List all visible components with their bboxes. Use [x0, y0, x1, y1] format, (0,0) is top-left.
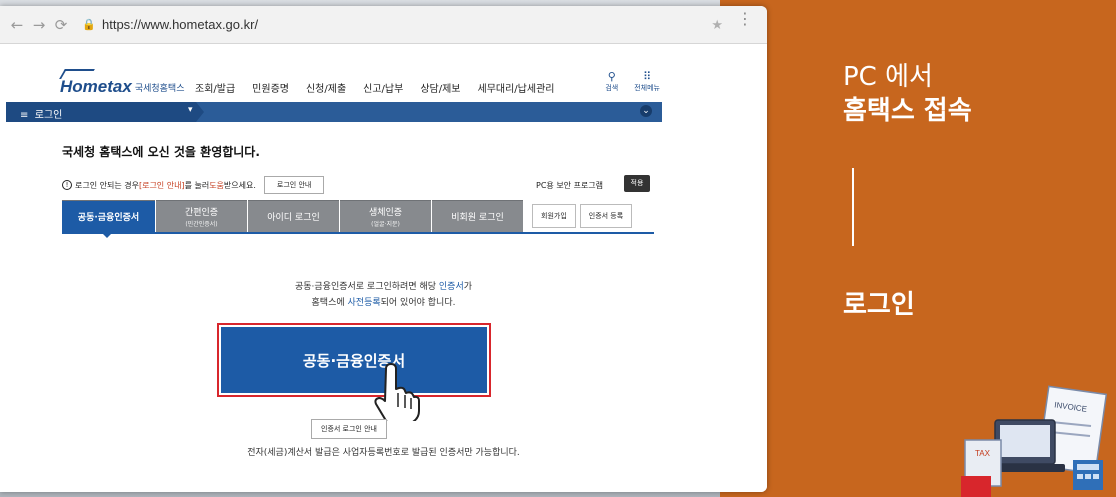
desc-line-1: 공동·금융인증서로 로그인하려면 해당 인증서가 — [0, 279, 767, 295]
invoice-illustration-icon: INVOICE TAX — [961, 385, 1108, 497]
breadcrumb-label: ≡ 로그인 — [20, 110, 63, 121]
help-prefix: 로그인 안되는 경우 — [75, 180, 139, 190]
tab-label: 아이디 로그인 — [267, 213, 320, 223]
login-guide-button[interactable]: 로그인 안내 — [263, 176, 325, 194]
help-middle: 를 눌러 — [184, 180, 210, 190]
logo-text: Hometax — [60, 77, 132, 96]
desc-text: 가 — [463, 282, 473, 292]
search-label: 검색 — [605, 84, 619, 92]
tab-simple-auth[interactable]: 간편인증 (민간인증서) — [156, 200, 247, 232]
tab-id-login[interactable]: 아이디 로그인 — [248, 200, 339, 232]
help-highlight-link: [로그인 안내] — [138, 180, 185, 190]
cert-login-guide-button[interactable]: 인증서 로그인 안내 — [311, 419, 387, 439]
menu-item[interactable]: 신청/제출 — [306, 80, 346, 95]
welcome-heading: 국세청 홈택스에 오신 것을 환영합니다. — [62, 145, 260, 159]
bookmark-star-icon[interactable]: ★ — [711, 18, 723, 33]
tab-label: 생체인증 — [368, 208, 403, 218]
side-buttons: 회원가입 인증서 등록 — [532, 204, 633, 228]
lock-icon: 🔒 — [82, 18, 96, 31]
url-text: https://www.hometax.go.kr/ — [102, 17, 259, 32]
global-nav: Hometax 국세청홈택스 조회/발급 민원증명 신청/제출 신고/납부 상담… — [59, 67, 660, 97]
panel-title: PC 에서 홈택스 접속 — [843, 60, 972, 128]
browser-window: ← → ⟳ 🔒 https://www.hometax.go.kr/ ★ ⋮ H… — [0, 6, 767, 492]
cert-description: 공동·금융인증서로 로그인하려면 해당 인증서가 홈택스에 사전등록되어 있어야… — [0, 279, 767, 311]
logo-sub-text: 국세청홈택스 — [134, 84, 185, 94]
chevron-down-icon[interactable]: ⌄ — [640, 105, 652, 117]
menu-item[interactable]: 조회/발급 — [195, 80, 235, 95]
pointer-hand-icon — [374, 363, 420, 421]
breadcrumb-bar: ≡ 로그인 ▾ ⌄ — [6, 102, 662, 122]
caret-down-icon[interactable]: ▾ — [188, 105, 193, 115]
panel-divider — [852, 168, 854, 246]
desc-text: 되어 있어야 합니다. — [380, 298, 456, 308]
panel-subtitle: 로그인 — [843, 290, 915, 320]
help-highlight-help: 도움 — [209, 180, 224, 190]
desc-highlight: 사전등록 — [347, 298, 381, 308]
signup-button[interactable]: 회원가입 — [532, 204, 576, 228]
tab-sublabel: (민간인증서) — [185, 221, 218, 228]
utility-links: ⚲ 검색 ⠿ 전체메뉴 — [605, 71, 660, 93]
active-tab-pointer — [101, 232, 113, 238]
menu-item[interactable]: 신고/납부 — [363, 80, 403, 95]
desc-text: 공동·금융인증서로 로그인하려면 해당 — [294, 282, 439, 292]
desc-line-2: 홈택스에 사전등록되어 있어야 합니다. — [0, 295, 767, 311]
main-menu: 조회/발급 민원증명 신청/제출 신고/납부 상담/제보 세무대리/납세관리 — [195, 80, 571, 95]
tab-sublabel: (얼굴·지문) — [371, 221, 400, 228]
cert-register-button[interactable]: 인증서 등록 — [579, 204, 633, 228]
cert-button-highlight: 공동·금융인증서 — [217, 323, 491, 397]
menu-item[interactable]: 민원증명 — [252, 80, 289, 95]
deco-tax-text: TAX — [975, 449, 991, 458]
apply-button[interactable]: 적용 — [624, 175, 650, 192]
desc-highlight: 인증서 — [438, 282, 464, 292]
tab-label: 비회원 로그인 — [451, 213, 504, 223]
e-invoice-note: 전자(세금)계산서 발급은 사업자등록번호로 발급된 인증서만 가능합니다. — [247, 448, 520, 458]
security-program-label: PC용 보안 프로그램 — [536, 181, 604, 190]
tab-joint-cert[interactable]: 공동·금융인증서 — [62, 200, 155, 232]
tab-label: 간편인증 — [184, 208, 219, 218]
forward-arrow-icon[interactable]: → — [28, 14, 50, 36]
hometax-logo[interactable]: Hometax 국세청홈택스 — [59, 67, 185, 97]
tab-biometric[interactable]: 생체인증 (얼굴·지문) — [340, 200, 431, 232]
tab-label: 공동·금융인증서 — [77, 213, 140, 223]
tab-guest-login[interactable]: 비회원 로그인 — [432, 200, 523, 232]
tab-underline — [62, 232, 654, 234]
grid-menu-icon: ⠿ — [643, 70, 652, 83]
panel-title-line-2: 홈택스 접속 — [843, 96, 972, 126]
login-tabs: 공동·금융인증서 간편인증 (민간인증서) 아이디 로그인 생체인증 (얼굴·지… — [62, 200, 524, 232]
browser-menu-icon[interactable]: ⋮ — [737, 11, 753, 27]
search-icon: ⚲ — [607, 70, 616, 83]
hometax-page: Hometax 국세청홈택스 조회/발급 민원증명 신청/제출 신고/납부 상담… — [0, 45, 767, 492]
breadcrumb-text: 로그인 — [34, 110, 63, 121]
reload-icon[interactable]: ⟳ — [50, 14, 72, 36]
browser-toolbar: ← → ⟳ 🔒 https://www.hometax.go.kr/ ★ ⋮ — [0, 6, 767, 44]
login-help-line: ! 로그인 안되는 경우 [로그인 안내] 를 눌러 도움 받으세요. 로그인 … — [62, 176, 325, 194]
panel-title-line-1: PC 에서 — [843, 62, 933, 92]
help-suffix: 받으세요. — [223, 180, 256, 190]
menu-item[interactable]: 세무대리/납세관리 — [478, 80, 555, 95]
logo-roof-icon — [59, 69, 95, 79]
search-link[interactable]: ⚲ 검색 — [605, 71, 618, 93]
back-arrow-icon[interactable]: ← — [6, 14, 28, 36]
all-menu-link[interactable]: ⠿ 전체메뉴 — [634, 71, 660, 93]
address-bar[interactable]: 🔒 https://www.hometax.go.kr/ — [82, 12, 732, 38]
all-menu-label: 전체메뉴 — [634, 84, 660, 92]
info-icon: ! — [62, 180, 72, 190]
joint-cert-login-button[interactable]: 공동·금융인증서 — [221, 327, 487, 393]
menu-item[interactable]: 상담/제보 — [420, 80, 460, 95]
desc-text: 홈택스에 — [311, 298, 348, 308]
